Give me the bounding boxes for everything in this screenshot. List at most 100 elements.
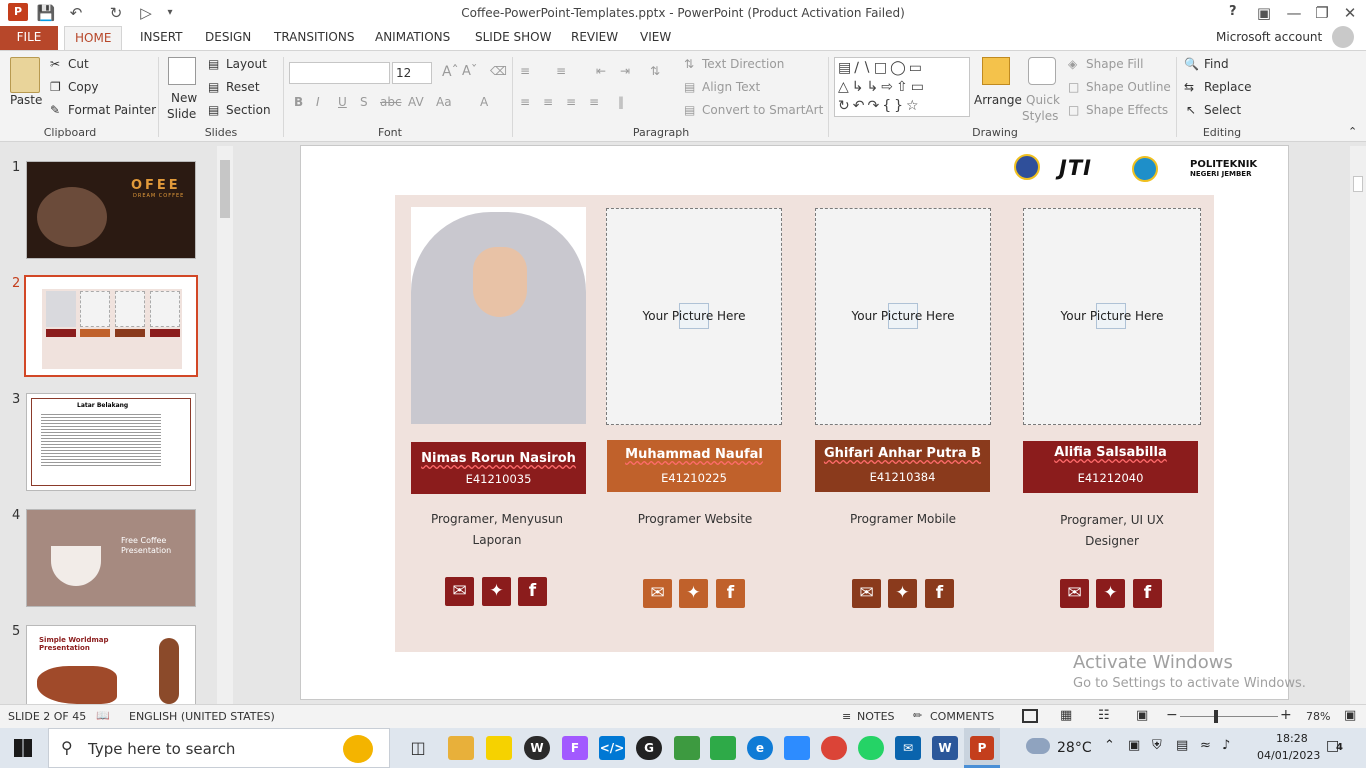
section-button[interactable]: Section — [226, 103, 271, 117]
shape-fill-button[interactable]: Shape Fill — [1086, 57, 1143, 71]
volume-icon[interactable]: ♪ — [1222, 738, 1230, 753]
account-name[interactable]: Microsoft account — [1216, 30, 1322, 44]
arrange-button[interactable]: Arrange — [974, 93, 1022, 107]
app-icon[interactable]: W — [524, 736, 550, 760]
facebook-icon[interactable]: f — [1133, 579, 1162, 608]
twitter-icon[interactable]: ✦ — [679, 579, 708, 608]
text-direction-button[interactable]: Text Direction — [702, 57, 784, 71]
twitter-icon[interactable]: ✦ — [482, 577, 511, 606]
font-color-icon[interactable]: A — [480, 95, 488, 109]
slide-thumbnail-1[interactable]: OFEE DREAM COFFEE — [26, 161, 196, 259]
picture-placeholder[interactable]: Your Picture Here — [815, 208, 991, 425]
convert-smartart-button[interactable]: Convert to SmartArt — [702, 103, 823, 117]
task-view-icon[interactable]: ◫ — [405, 736, 431, 760]
thumbnail-scrollbar[interactable] — [217, 146, 233, 704]
reading-view-icon[interactable]: ☷ — [1098, 708, 1110, 723]
columns-icon[interactable]: ‖ — [618, 95, 624, 109]
tab-review[interactable]: REVIEW — [561, 26, 628, 50]
align-left-icon[interactable]: ≡ — [520, 95, 530, 109]
security-icon[interactable]: ⛨ — [1152, 738, 1162, 753]
avatar[interactable] — [1332, 26, 1354, 48]
member-photo[interactable] — [411, 207, 586, 424]
paste-icon[interactable] — [10, 57, 40, 93]
align-text-button[interactable]: Align Text — [702, 80, 760, 94]
quick-styles-icon[interactable] — [1028, 57, 1056, 85]
twitter-icon[interactable]: ✦ — [888, 579, 917, 608]
figma-icon[interactable]: F — [562, 736, 588, 760]
tab-home[interactable]: HOME — [64, 26, 123, 51]
email-icon[interactable]: ✉ — [1060, 579, 1089, 608]
tab-view[interactable]: VIEW — [630, 26, 681, 50]
clock-time[interactable]: 18:28 — [1276, 732, 1308, 745]
scrollbar-thumb[interactable] — [1353, 176, 1363, 192]
quick-styles-label-1[interactable]: Quick — [1026, 93, 1060, 107]
email-icon[interactable]: ✉ — [643, 579, 672, 608]
member-nameplate[interactable]: Nimas Rorun Nasiroh E41210035 — [411, 442, 586, 494]
zoom-slider-thumb[interactable] — [1214, 710, 1218, 723]
shapes-gallery[interactable]: ▤∕∖□◯▭ △↳↳⇨⇧▭ ↻↶↷{}☆ — [834, 57, 970, 117]
slideshow-view-icon[interactable]: ▣ — [1136, 708, 1148, 723]
justify-icon[interactable]: ≡ — [589, 95, 599, 109]
app-icon[interactable] — [674, 736, 700, 760]
grow-font-icon[interactable]: Aˆ — [442, 64, 459, 80]
edge-icon[interactable]: e — [747, 736, 773, 760]
windows-start-icon[interactable] — [14, 739, 32, 757]
copy-button[interactable]: Copy — [68, 80, 98, 94]
slide-thumbnail-2[interactable] — [24, 275, 198, 377]
new-slide-icon[interactable] — [168, 57, 196, 85]
email-icon[interactable]: ✉ — [852, 579, 881, 608]
collapse-ribbon-icon[interactable]: ⌃ — [1348, 125, 1357, 138]
tab-file[interactable]: FILE — [0, 26, 58, 50]
zoom-out-icon[interactable]: − — [1166, 707, 1178, 723]
powerpoint-taskbar-button[interactable]: P — [964, 728, 1000, 768]
new-slide-label-1[interactable]: New — [171, 91, 197, 105]
bold-icon[interactable]: B — [294, 95, 303, 109]
new-slide-label-2[interactable]: Slide — [167, 107, 196, 121]
github-icon[interactable]: G — [636, 736, 662, 760]
mail-icon[interactable]: ✉ — [895, 736, 921, 760]
restore-icon[interactable]: ❐ — [1312, 3, 1332, 23]
help-icon[interactable]: ? — [1229, 4, 1237, 19]
tab-transitions[interactable]: TRANSITIONS — [264, 26, 364, 50]
tab-insert[interactable]: INSERT — [130, 26, 193, 50]
facebook-icon[interactable]: f — [518, 577, 547, 606]
comments-button[interactable]: COMMENTS — [930, 710, 994, 723]
close-icon[interactable]: ✕ — [1340, 3, 1360, 23]
slide-scrollbar[interactable] — [1350, 146, 1366, 704]
replace-button[interactable]: Replace — [1204, 80, 1251, 94]
taskbar-search-box[interactable]: ⚲ Type here to search — [48, 728, 390, 768]
clock-date[interactable]: 04/01/2023 — [1257, 749, 1320, 762]
format-painter-button[interactable]: Format Painter — [68, 103, 156, 117]
tab-slide-show[interactable]: SLIDE SHOW — [465, 26, 561, 50]
app-icon[interactable] — [710, 736, 736, 760]
increase-indent-icon[interactable]: ⇥ — [620, 64, 630, 78]
tab-design[interactable]: DESIGN — [195, 26, 261, 50]
file-explorer-icon[interactable] — [448, 736, 474, 760]
email-icon[interactable]: ✉ — [445, 577, 474, 606]
temperature[interactable]: 28°C — [1057, 740, 1092, 756]
wifi-icon[interactable]: ≈ — [1200, 738, 1211, 753]
decrease-indent-icon[interactable]: ⇤ — [596, 64, 606, 78]
zoom-in-icon[interactable]: + — [1280, 707, 1292, 723]
facebook-icon[interactable]: f — [925, 579, 954, 608]
facebook-icon[interactable]: f — [716, 579, 745, 608]
italic-icon[interactable]: I — [316, 95, 320, 109]
zoom-slider[interactable] — [1180, 716, 1278, 717]
fit-to-window-icon[interactable]: ▣ — [1344, 708, 1356, 723]
numbering-icon[interactable]: ≡ — [556, 64, 566, 78]
strikethrough-icon[interactable]: abc — [380, 95, 402, 109]
language-indicator[interactable]: ENGLISH (UNITED STATES) — [129, 710, 275, 723]
normal-view-icon[interactable] — [1022, 709, 1038, 723]
select-button[interactable]: Select — [1204, 103, 1241, 117]
word-icon[interactable]: W — [932, 736, 958, 760]
underline-icon[interactable]: U — [338, 95, 347, 109]
member-nameplate[interactable]: Alifia Salsabilla E41212040 — [1023, 441, 1198, 493]
shadow-icon[interactable]: S — [360, 95, 368, 109]
font-family-select[interactable] — [289, 62, 390, 84]
ribbon-display-options-icon[interactable]: ▣ — [1254, 3, 1274, 23]
slide-thumbnail-5[interactable]: Simple Worldmap Presentation — [26, 625, 196, 704]
picture-placeholder[interactable]: Your Picture Here — [606, 208, 782, 425]
quick-styles-label-2[interactable]: Styles — [1022, 109, 1058, 123]
arrange-icon[interactable] — [982, 57, 1010, 85]
vscode-icon[interactable]: </> — [599, 736, 625, 760]
